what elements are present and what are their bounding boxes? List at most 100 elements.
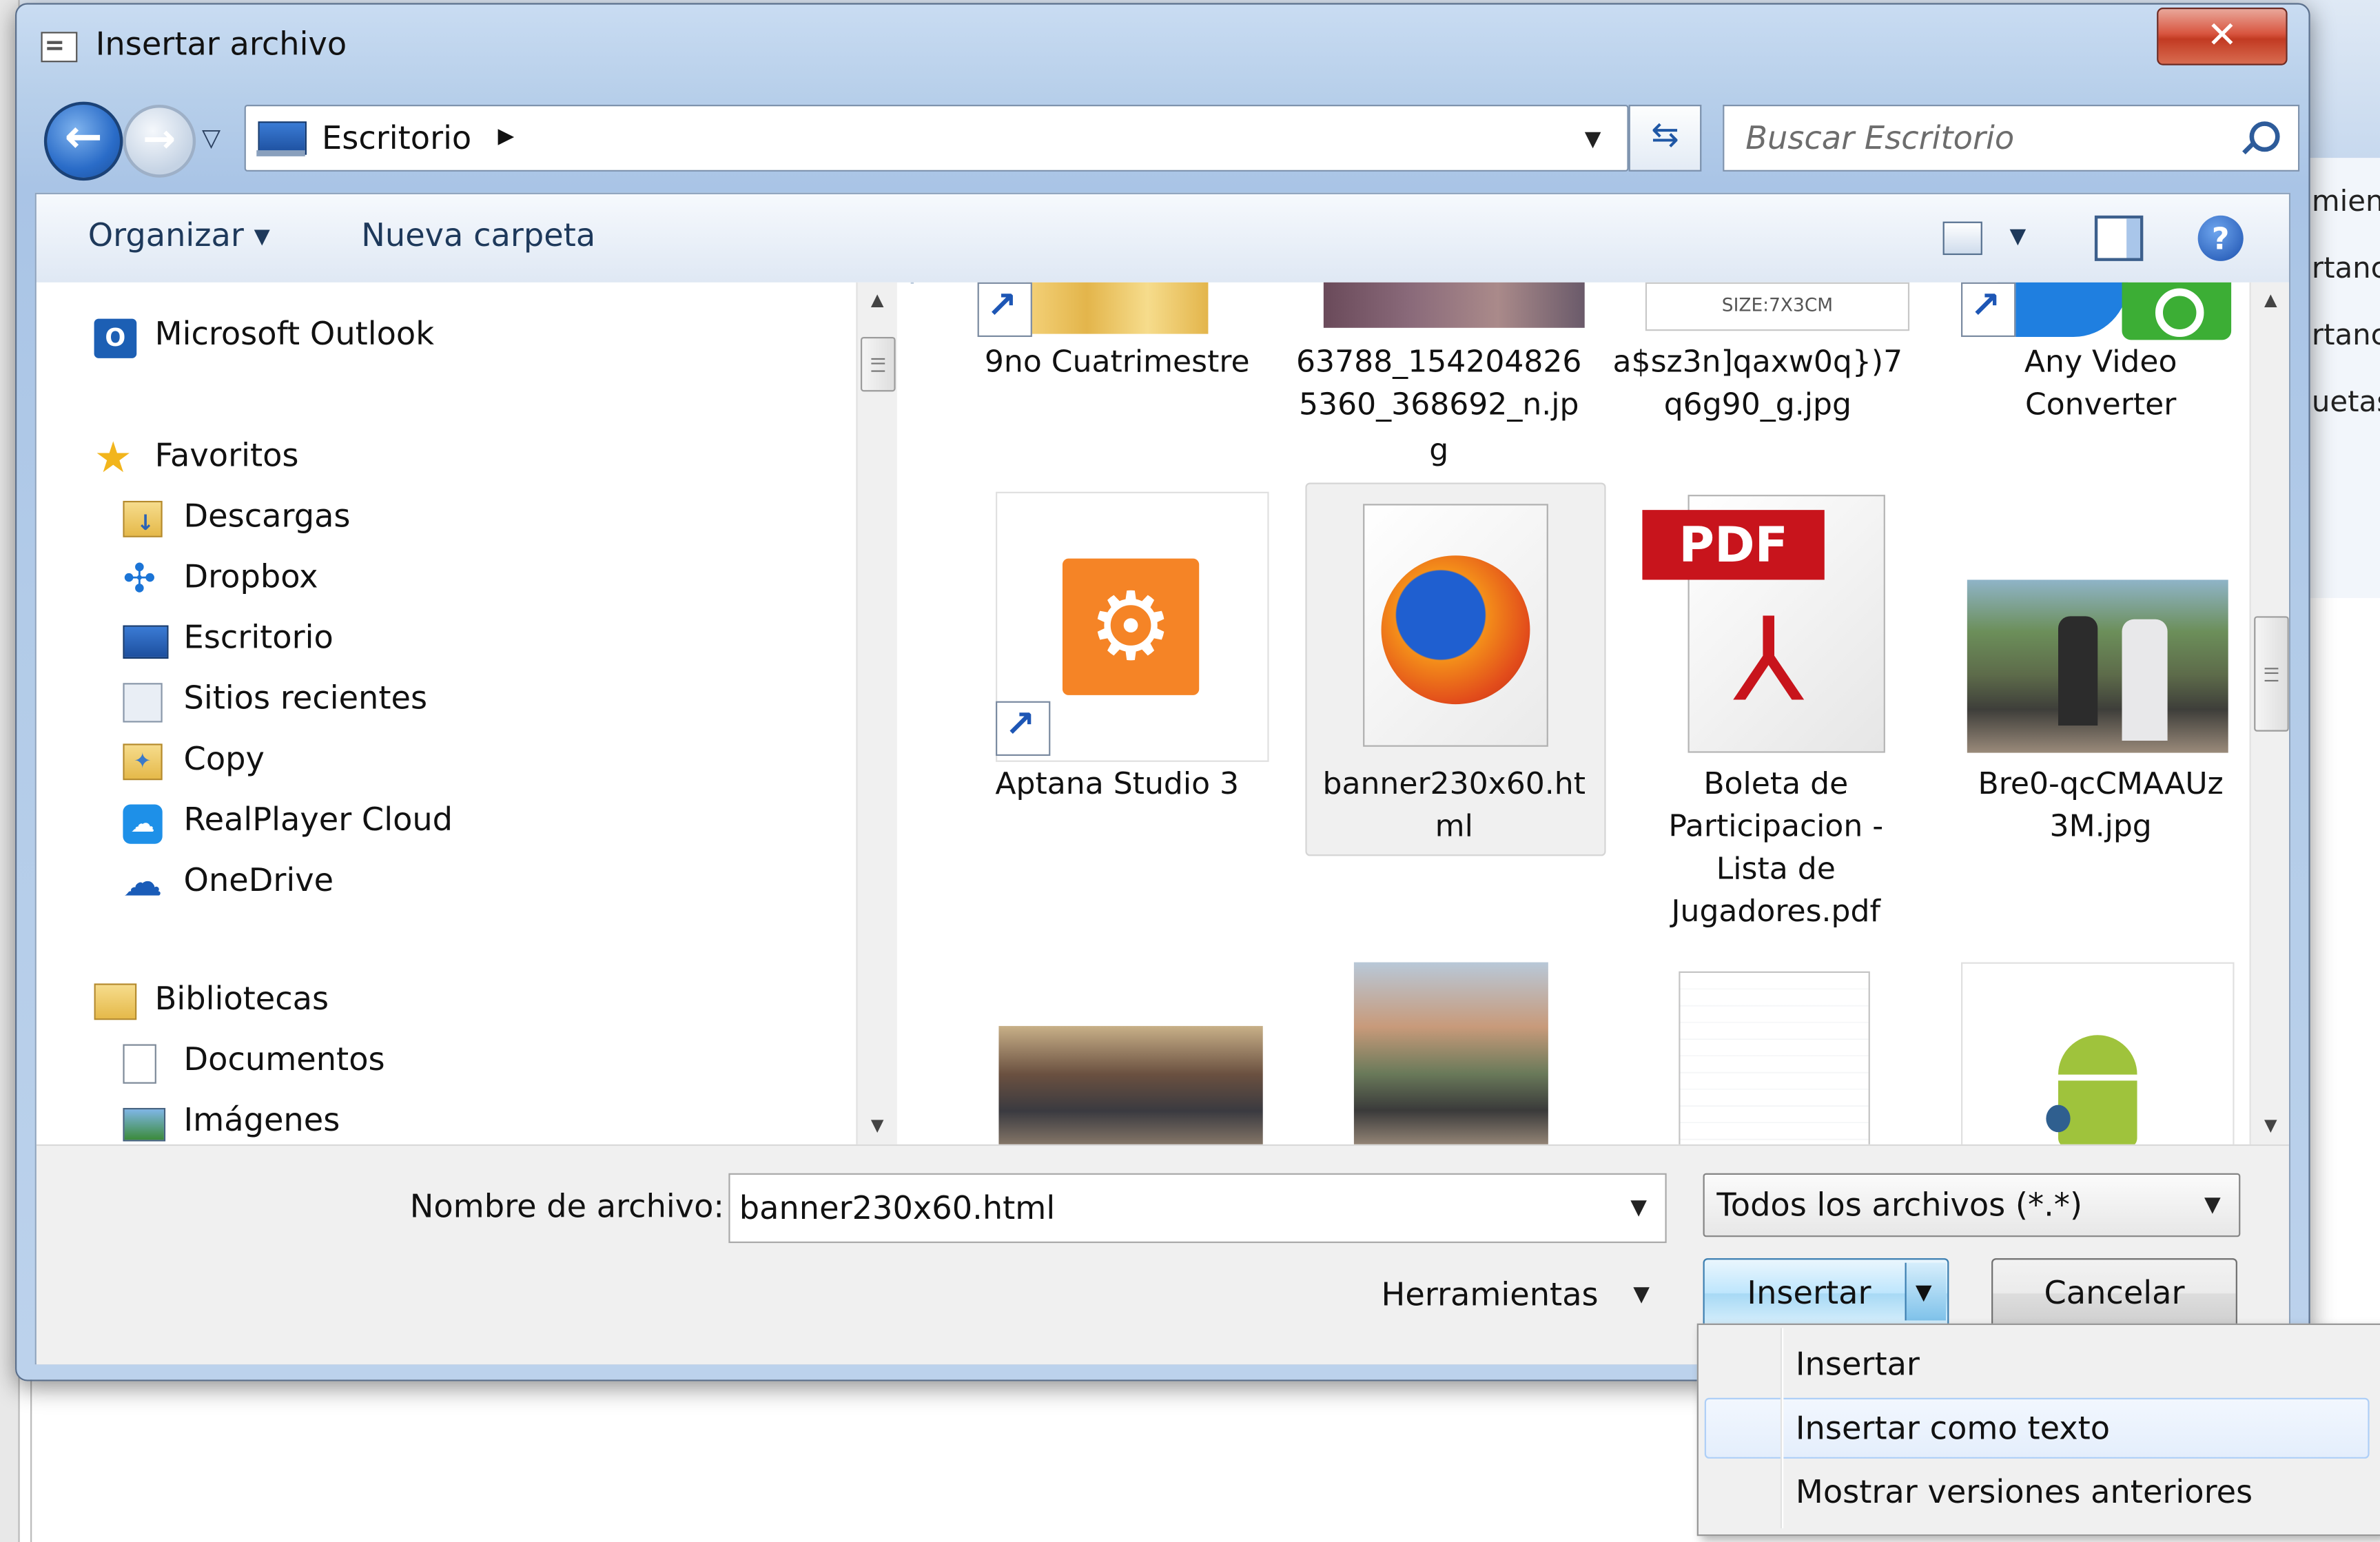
new-folder-button[interactable]: Nueva carpeta bbox=[361, 217, 595, 254]
background-divider bbox=[30, 1375, 32, 1542]
file-type-select[interactable]: Todos los archivos (*.*) ▼ bbox=[1703, 1173, 2241, 1237]
folder-shortcut-icon bbox=[968, 282, 1266, 338]
navigation-scrollbar[interactable]: ▲ ▼ bbox=[856, 282, 897, 1144]
sidebar-item-label: Copy bbox=[183, 740, 265, 777]
organize-button[interactable]: Organizar ▾ bbox=[88, 217, 270, 254]
file-item[interactable]: 63788_154204826 5360_368692_n.jp g bbox=[1290, 282, 1588, 480]
file-name-line: banner230x60.ht bbox=[1322, 765, 1586, 802]
insert-options-menu: Insertar Insertar como texto Mostrar ver… bbox=[1696, 1323, 2380, 1536]
sidebar-item-label: Descargas bbox=[183, 497, 351, 535]
navigation-pane: O Microsoft Outlook ★ Favoritos ↓ Descar… bbox=[36, 282, 911, 1144]
scroll-up-icon[interactable]: ▲ bbox=[2251, 285, 2289, 316]
file-item[interactable]: PDF ⅄ Boleta de Participacion - Lista de… bbox=[1627, 489, 1925, 944]
app-shortcut-icon bbox=[1952, 282, 2250, 340]
pdf-label: PDF bbox=[1642, 510, 1825, 580]
forward-button[interactable]: → bbox=[123, 104, 196, 178]
search-icon[interactable] bbox=[2249, 121, 2280, 152]
insert-file-dialog: Insertar archivo ✕ ← → ▽ Escritorio ▶ ▼ … bbox=[15, 3, 2310, 1381]
desktop-icon bbox=[123, 625, 169, 659]
file-name-line: Jugadores.pdf bbox=[1671, 892, 1880, 929]
photo-thumbnail bbox=[1952, 579, 2250, 756]
insert-split-button[interactable]: Insertar ▼ bbox=[1703, 1258, 1949, 1328]
sidebar-item-label: RealPlayer Cloud bbox=[183, 801, 453, 838]
menu-item-insert-as-text[interactable]: Insertar como texto bbox=[1699, 1398, 2375, 1459]
sidebar-item-label: Escritorio bbox=[183, 619, 334, 656]
menu-item-insert[interactable]: Insertar bbox=[1699, 1334, 2375, 1395]
change-view-icon[interactable] bbox=[1942, 221, 1982, 256]
file-name-line: 63788_154204826 bbox=[1296, 342, 1582, 380]
search-input[interactable]: Buscar Escritorio bbox=[1745, 120, 2014, 156]
recent-places-icon bbox=[123, 683, 163, 723]
copy-folder-icon: ✦ bbox=[123, 743, 163, 781]
file-list-scrollbar[interactable]: ▲ ▼ bbox=[2249, 282, 2289, 1144]
file-item[interactable] bbox=[968, 1026, 1266, 1144]
file-name-line: 5360_368692_n.jp bbox=[1299, 385, 1579, 422]
file-name: Aptana Studio 3 bbox=[995, 765, 1240, 802]
background-text: uetas bbox=[2311, 385, 2380, 419]
photo-thumbnail bbox=[1290, 282, 1588, 328]
sidebar-item-label: Imágenes bbox=[183, 1102, 340, 1139]
dropbox-icon: ✣ bbox=[123, 557, 156, 603]
breadcrumb-arrow-icon[interactable]: ▶ bbox=[498, 125, 515, 149]
tools-button[interactable]: Herramientas bbox=[1382, 1277, 1599, 1313]
address-dropdown-icon[interactable]: ▼ bbox=[1585, 127, 1601, 152]
file-name-line: Boleta de bbox=[1703, 765, 1849, 802]
scrollbar-thumb[interactable] bbox=[2254, 616, 2289, 732]
cancel-button-label: Cancelar bbox=[2044, 1275, 2185, 1312]
realplayer-cloud-icon: ☁ bbox=[123, 804, 163, 844]
menu-item-show-previous-versions[interactable]: Mostrar versiones anteriores bbox=[1699, 1461, 2375, 1522]
refresh-button[interactable]: ⇆ bbox=[1628, 104, 1702, 172]
file-item[interactable]: Any Video Converter bbox=[1952, 282, 2250, 449]
photo-thumbnail bbox=[968, 1026, 1266, 1144]
filename-label: Nombre de archivo: bbox=[409, 1188, 725, 1225]
sidebar-item-label: Sitios recientes bbox=[183, 679, 428, 717]
chevron-down-icon: ▼ bbox=[1915, 1281, 1932, 1306]
insert-button-label[interactable]: Insertar bbox=[1747, 1275, 1871, 1311]
text-document-icon bbox=[1627, 971, 1925, 1144]
file-item[interactable]: ⚙ Aptana Studio 3 bbox=[968, 489, 1269, 801]
file-item[interactable] bbox=[1305, 962, 1603, 1144]
background-app-side-panel: mien rtanc rtanc uetas bbox=[2298, 158, 2380, 598]
help-icon[interactable]: ? bbox=[2197, 215, 2244, 261]
file-item-selected[interactable]: banner230x60.ht ml bbox=[1305, 489, 1603, 847]
tools-dropdown-icon[interactable]: ▼ bbox=[1633, 1282, 1650, 1306]
documents-icon bbox=[123, 1044, 156, 1084]
sidebar-item-label: Microsoft Outlook bbox=[154, 316, 435, 353]
filename-history-dropdown-icon[interactable]: ▼ bbox=[1630, 1196, 1647, 1220]
pdf-icon: PDF ⅄ bbox=[1627, 495, 1925, 753]
file-type-value: Todos los archivos (*.*) bbox=[1716, 1186, 2083, 1224]
view-options-dropdown-icon[interactable]: ▼ bbox=[2010, 225, 2027, 249]
preview-pane-icon[interactable] bbox=[2094, 215, 2144, 261]
file-name-line: g bbox=[1429, 431, 1449, 468]
address-location[interactable]: Escritorio bbox=[322, 120, 471, 156]
recent-locations-chevron-icon[interactable]: ▽ bbox=[202, 123, 220, 152]
file-item[interactable] bbox=[1627, 963, 1925, 1144]
scroll-down-icon[interactable]: ▼ bbox=[858, 1111, 897, 1141]
search-box[interactable]: Buscar Escritorio bbox=[1723, 104, 2300, 172]
filename-value[interactable]: banner230x60.html bbox=[739, 1190, 1055, 1226]
file-item[interactable] bbox=[1952, 962, 2250, 1144]
close-button[interactable]: ✕ bbox=[2157, 8, 2288, 65]
desktop-icon bbox=[256, 121, 307, 156]
menu-item-label: Mostrar versiones anteriores bbox=[1795, 1473, 2253, 1510]
aptana-gear-icon: ⚙ bbox=[968, 489, 1269, 762]
file-name: 9no Cuatrimestre bbox=[984, 342, 1250, 380]
cancel-button[interactable]: Cancelar bbox=[1991, 1258, 2237, 1328]
sidebar-item-label: Dropbox bbox=[183, 558, 318, 595]
star-icon: ★ bbox=[94, 432, 132, 483]
menu-item-label: Insertar bbox=[1795, 1346, 1920, 1383]
file-item[interactable]: SIZE:7X3CM a$sz3n]qaxw0q})7 q6g90_g.jpg bbox=[1609, 282, 1910, 449]
back-button[interactable]: ← bbox=[43, 101, 123, 181]
sidebar-item-label: Documentos bbox=[183, 1041, 385, 1078]
scrollbar-thumb[interactable] bbox=[860, 337, 896, 392]
address-bar[interactable]: Escritorio ▶ ▼ bbox=[244, 104, 1629, 172]
file-name-line: Bre0-qcCMAAUz bbox=[1978, 765, 2224, 802]
scroll-down-icon[interactable]: ▼ bbox=[2251, 1111, 2289, 1141]
scroll-up-icon[interactable]: ▲ bbox=[858, 285, 897, 316]
downloads-folder-icon: ↓ bbox=[123, 500, 163, 537]
filename-field[interactable]: banner230x60.html ▼ bbox=[728, 1173, 1667, 1244]
file-item[interactable]: 9no Cuatrimestre bbox=[968, 282, 1266, 449]
chevron-down-icon[interactable]: ▼ bbox=[2204, 1193, 2221, 1217]
file-item[interactable]: Bre0-qcCMAAUz 3M.jpg bbox=[1952, 489, 2250, 847]
insert-options-toggle[interactable]: ▼ bbox=[1905, 1262, 1946, 1321]
